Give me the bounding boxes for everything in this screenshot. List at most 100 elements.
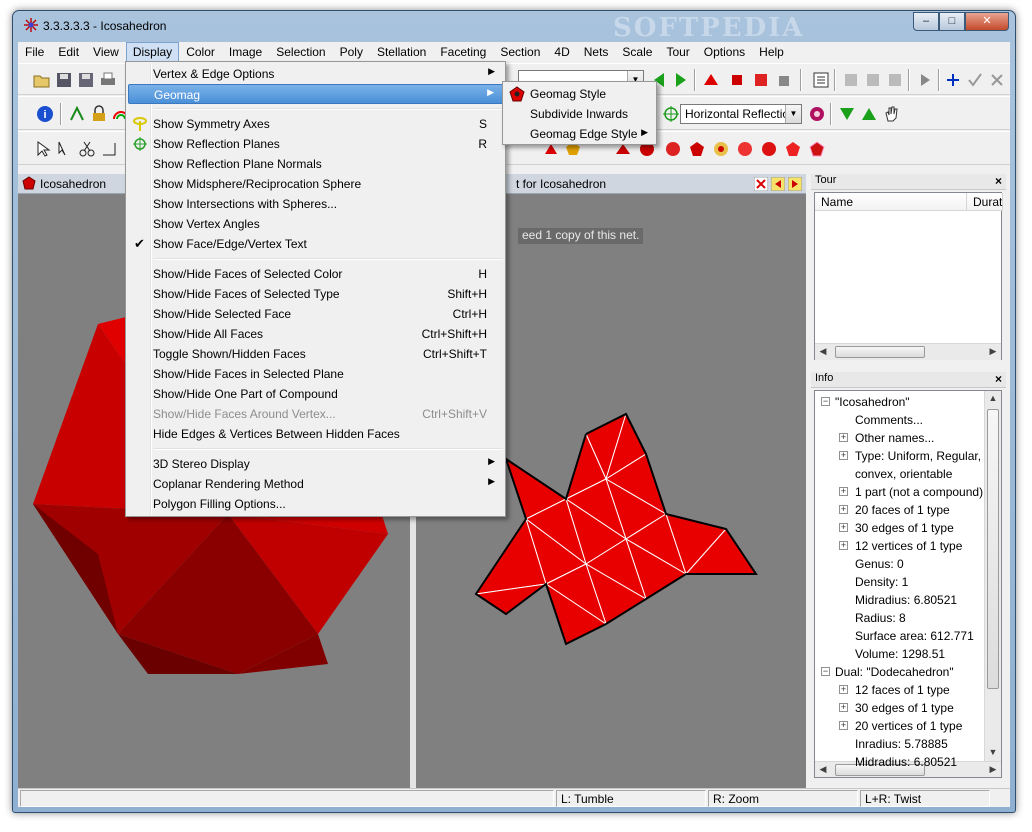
- expand-icon[interactable]: +: [839, 487, 848, 496]
- display-menu-item[interactable]: Show Reflection Planes R: [128, 134, 503, 154]
- poly-d-icon[interactable]: [712, 140, 730, 158]
- display-menu-item[interactable]: Show/Hide All Faces Ctrl+Shift+H: [128, 324, 503, 344]
- close-button[interactable]: ✕: [965, 12, 1009, 31]
- expand-icon[interactable]: +: [839, 451, 848, 460]
- display-menu-item[interactable]: Show/Hide One Part of Compound: [128, 384, 503, 404]
- display-menu-item[interactable]: Polygon Filling Options...: [128, 494, 503, 514]
- poly-e-icon[interactable]: [736, 140, 754, 158]
- geomag-submenu-item[interactable]: Subdivide Inwards: [505, 104, 654, 124]
- print-icon[interactable]: [99, 71, 117, 89]
- display-menu-item[interactable]: Show Midsphere/Reciprocation Sphere: [128, 174, 503, 194]
- poly-b-icon[interactable]: [664, 140, 682, 158]
- poly-c-icon[interactable]: [688, 140, 706, 158]
- net-next-icon[interactable]: [788, 177, 802, 191]
- save-as-icon[interactable]: [77, 71, 95, 89]
- display-menu-item[interactable]: Show Reflection Plane Normals: [128, 154, 503, 174]
- display-menu-item[interactable]: Show/Hide Faces of Selected Color H: [128, 264, 503, 284]
- info-vscrollbar[interactable]: ▲ ▼: [984, 391, 1001, 761]
- symmetry-up-icon[interactable]: [860, 105, 878, 123]
- tour-column-duration[interactable]: Durat: [967, 193, 1003, 211]
- menu-tour[interactable]: Tour: [659, 42, 696, 62]
- tour-a-icon[interactable]: [842, 71, 860, 89]
- display-menu-item[interactable]: Show/Hide Faces in Selected Plane: [128, 364, 503, 384]
- info-close-icon[interactable]: ×: [995, 372, 1002, 386]
- menu-options[interactable]: Options: [697, 42, 752, 62]
- minimize-button[interactable]: –: [913, 12, 939, 31]
- next-arrow-icon[interactable]: [672, 71, 690, 89]
- reflection-icon[interactable]: [662, 105, 680, 123]
- scroll-right-icon[interactable]: ▶: [985, 344, 1001, 360]
- tour-column-name[interactable]: Name: [815, 193, 967, 211]
- collapse-icon[interactable]: −: [821, 667, 830, 676]
- geomag-submenu-item[interactable]: Geomag Edge Style ▶: [505, 124, 654, 144]
- net-prev-icon[interactable]: [771, 177, 785, 191]
- display-menu-item[interactable]: Show Symmetry Axes S: [128, 114, 503, 134]
- info-tree[interactable]: ▲ ▼ ◀ ▶ − "Icosahedron" Comments... + Other …: [814, 390, 1002, 778]
- display-menu-item[interactable]: Show/Hide Faces of Selected Type Shift+H: [128, 284, 503, 304]
- add-item-icon[interactable]: [944, 71, 962, 89]
- geomag-submenu-item[interactable]: Geomag Style: [505, 84, 654, 104]
- menu-nets[interactable]: Nets: [577, 42, 616, 62]
- menu-4d[interactable]: 4D: [547, 42, 576, 62]
- expand-icon[interactable]: +: [839, 703, 848, 712]
- menu-section[interactable]: Section: [493, 42, 547, 62]
- scroll-up-icon[interactable]: ▲: [985, 391, 1001, 407]
- tour-hscrollbar[interactable]: ◀ ▶: [815, 343, 1001, 360]
- poly-h-icon[interactable]: [808, 140, 826, 158]
- tour-close-icon[interactable]: ×: [995, 174, 1002, 188]
- symmetry-down-icon[interactable]: [838, 105, 856, 123]
- open-icon[interactable]: [33, 71, 51, 89]
- expand-icon[interactable]: +: [839, 721, 848, 730]
- menu-display[interactable]: Display: [125, 42, 180, 62]
- check-icon[interactable]: [966, 71, 984, 89]
- tour-c-icon[interactable]: [886, 71, 904, 89]
- display-menu-item[interactable]: Hide Edges & Vertices Between Hidden Fac…: [128, 424, 503, 444]
- tour-list[interactable]: Name Durat ◀ ▶: [814, 192, 1003, 360]
- polyhedron-red-icon[interactable]: [702, 71, 720, 89]
- select-arrow-icon[interactable]: [34, 140, 52, 158]
- menu-selection[interactable]: Selection: [269, 42, 332, 62]
- scissors-icon[interactable]: [78, 140, 96, 158]
- menu-file[interactable]: File: [18, 42, 51, 62]
- display-menu-item[interactable]: ✔ Show Face/Edge/Vertex Text: [128, 234, 503, 254]
- delete-poly-icon[interactable]: [776, 71, 794, 89]
- menu-poly[interactable]: Poly: [333, 42, 370, 62]
- play-icon[interactable]: [916, 71, 934, 89]
- expand-icon[interactable]: +: [839, 433, 848, 442]
- menu-color[interactable]: Color: [179, 42, 222, 62]
- lock-icon[interactable]: [90, 105, 108, 123]
- polyhedron-cube-icon[interactable]: [728, 71, 746, 89]
- menu-scale[interactable]: Scale: [615, 42, 659, 62]
- info-scroll-thumb[interactable]: [987, 409, 999, 689]
- display-menu-item[interactable]: Show/Hide Selected Face Ctrl+H: [128, 304, 503, 324]
- select-multi-icon[interactable]: [56, 140, 74, 158]
- expand-icon[interactable]: +: [839, 541, 848, 550]
- expand-icon[interactable]: +: [839, 505, 848, 514]
- maximize-button[interactable]: □: [939, 12, 965, 31]
- save-icon[interactable]: [55, 71, 73, 89]
- display-menu-item[interactable]: Coplanar Rendering Method ▶: [128, 474, 503, 494]
- display-menu-item[interactable]: Vertex & Edge Options ▶: [128, 64, 503, 84]
- menu-view[interactable]: View: [86, 42, 126, 62]
- menu-help[interactable]: Help: [752, 42, 791, 62]
- collapse-icon[interactable]: −: [821, 397, 830, 406]
- expand-icon[interactable]: +: [839, 523, 848, 532]
- menu-stellation[interactable]: Stellation: [370, 42, 433, 62]
- tour-scroll-thumb[interactable]: [835, 346, 925, 358]
- display-menu-item[interactable]: Toggle Shown/Hidden Faces Ctrl+Shift+T: [128, 344, 503, 364]
- remove-icon[interactable]: [988, 71, 1006, 89]
- measure-icon[interactable]: [100, 140, 118, 158]
- menu-image[interactable]: Image: [222, 42, 269, 62]
- menu-edit[interactable]: Edit: [51, 42, 86, 62]
- pick-icon[interactable]: [68, 105, 86, 123]
- scroll-left-icon[interactable]: ◀: [815, 344, 831, 360]
- poly-f-icon[interactable]: [760, 140, 778, 158]
- info-icon[interactable]: i: [36, 105, 54, 123]
- display-menu-item[interactable]: 3D Stereo Display ▶: [128, 454, 503, 474]
- list-view-icon[interactable]: [812, 71, 830, 89]
- poly-g-icon[interactable]: [784, 140, 802, 158]
- display-menu-item[interactable]: Geomag ▶: [128, 84, 503, 104]
- scroll-down-icon[interactable]: ▼: [985, 745, 1001, 761]
- title-bar[interactable]: 3.3.3.3.3 - Icosahedron SOFTPEDIA – □ ✕: [13, 11, 1015, 43]
- reflection-mode-combo[interactable]: Horizontal Reflection ▼: [680, 104, 802, 124]
